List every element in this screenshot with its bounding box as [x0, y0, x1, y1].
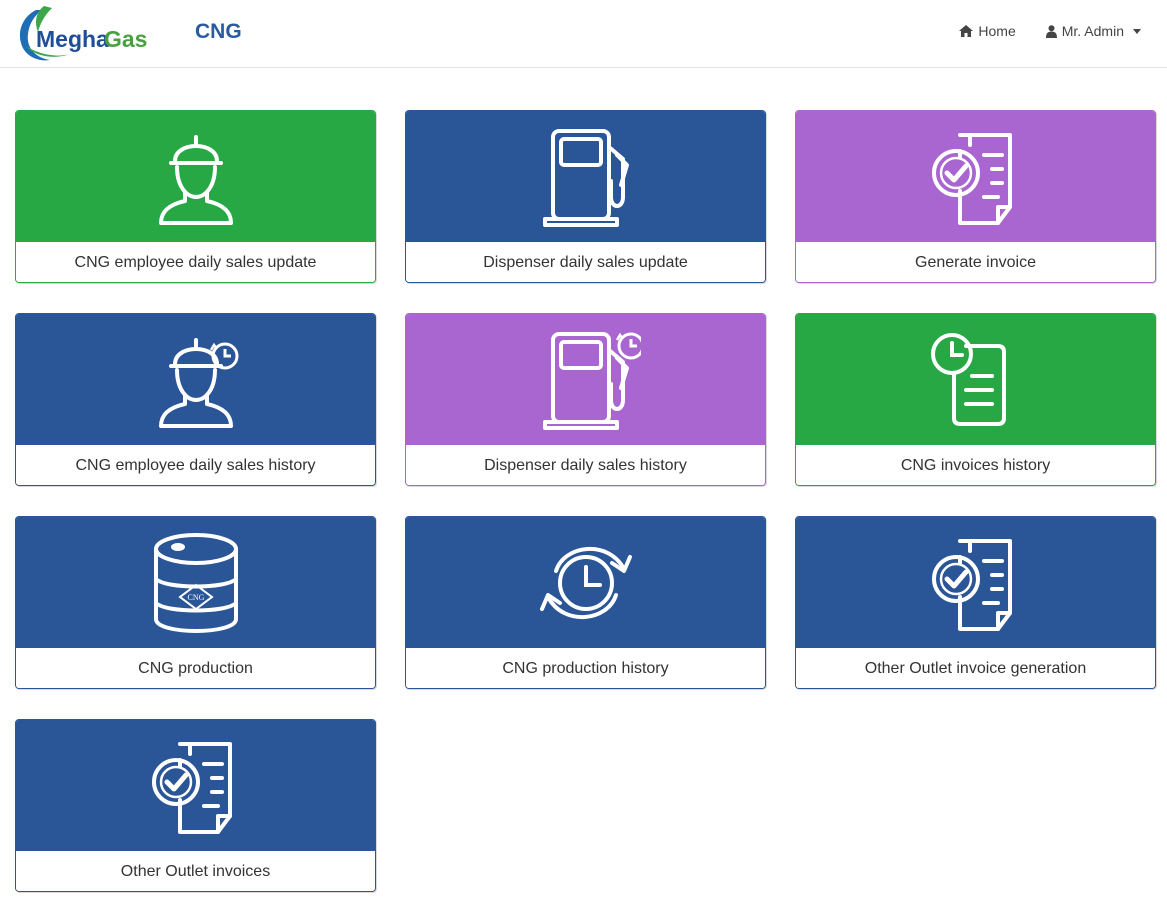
- home-label: Home: [978, 23, 1016, 39]
- tile-label: CNG invoices history: [796, 445, 1155, 485]
- nav-right: Home Mr. Admin: [959, 23, 1141, 39]
- user-label: Mr. Admin: [1061, 23, 1124, 39]
- invoice-check-icon: [926, 533, 1026, 633]
- tile-dispenser-daily-sales-history[interactable]: Dispenser daily sales history: [405, 313, 766, 486]
- dashboard-tiles: CNG employee daily sales update Dispense…: [15, 110, 1156, 892]
- fuel-pump-icon: [531, 125, 641, 229]
- tile-other-outlet-invoice-generation[interactable]: Other Outlet invoice generation: [795, 516, 1156, 689]
- tile-dispenser-daily-sales-update[interactable]: Dispenser daily sales update: [405, 110, 766, 283]
- user-icon: [1045, 24, 1057, 38]
- home-icon: [959, 25, 974, 37]
- tile-label: Dispenser daily sales history: [406, 445, 765, 485]
- clock-document-icon: [926, 330, 1026, 430]
- tile-label: Other Outlet invoices: [16, 851, 375, 891]
- tile-label: CNG employee daily sales update: [16, 242, 375, 282]
- tile-other-outlet-invoices[interactable]: Other Outlet invoices: [15, 719, 376, 892]
- tile-label: CNG employee daily sales history: [16, 445, 375, 485]
- tile-label: Other Outlet invoice generation: [796, 648, 1155, 688]
- chevron-down-icon: [1133, 28, 1141, 34]
- worker-history-icon: [141, 330, 251, 430]
- tile-label: CNG production: [16, 648, 375, 688]
- home-link[interactable]: Home: [959, 23, 1016, 39]
- svg-text:Megha: Megha: [36, 26, 109, 52]
- tile-cng-production[interactable]: CNG CNG production: [15, 516, 376, 689]
- svg-text:Gas: Gas: [104, 26, 147, 52]
- invoice-check-icon: [146, 736, 246, 836]
- tile-label: CNG production history: [406, 648, 765, 688]
- megha-gas-logo[interactable]: Megha Gas: [14, 2, 154, 64]
- tile-generate-invoice[interactable]: Generate invoice: [795, 110, 1156, 283]
- tile-cng-employee-daily-sales-history[interactable]: CNG employee daily sales history: [15, 313, 376, 486]
- tile-cng-employee-daily-sales-update[interactable]: CNG employee daily sales update: [15, 110, 376, 283]
- worker-icon: [141, 127, 251, 227]
- invoice-check-icon: [926, 127, 1026, 227]
- clock-refresh-icon: [534, 535, 638, 631]
- user-menu-dropdown[interactable]: Mr. Admin: [1045, 23, 1141, 39]
- navbar: Megha Gas CNG Home Mr. Admin: [0, 0, 1167, 68]
- tile-label: Dispenser daily sales update: [406, 242, 765, 282]
- tile-cng-production-history[interactable]: CNG production history: [405, 516, 766, 689]
- tile-label: Generate invoice: [796, 242, 1155, 282]
- fuel-pump-history-icon: [531, 328, 641, 432]
- svg-text:CNG: CNG: [187, 593, 204, 602]
- tile-cng-invoices-history[interactable]: CNG invoices history: [795, 313, 1156, 486]
- cng-cylinder-icon: CNG: [146, 531, 246, 635]
- page-title: CNG: [195, 20, 242, 43]
